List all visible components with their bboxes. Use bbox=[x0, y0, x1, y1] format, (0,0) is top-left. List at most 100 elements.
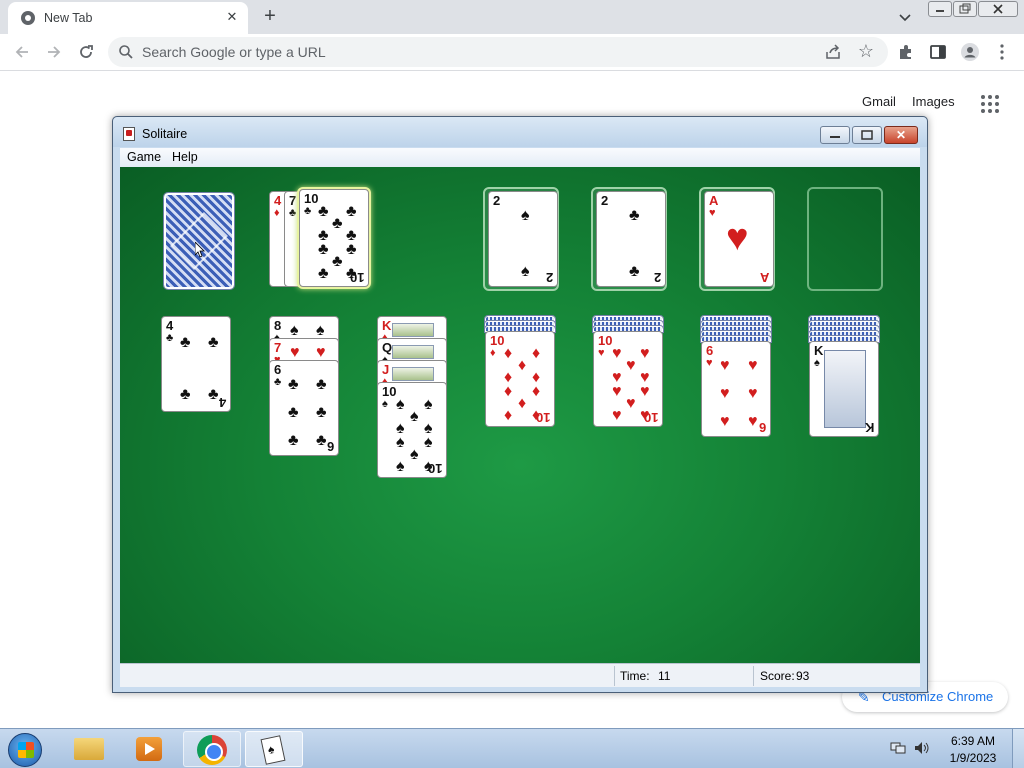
card-pip: ♥ bbox=[626, 357, 636, 374]
card-pip: ♦ bbox=[532, 345, 541, 362]
foundation-card[interactable]: A ♥ ♥ A bbox=[704, 191, 774, 287]
card-pip: ♣ bbox=[332, 253, 343, 270]
card-rank-bottom: 2 bbox=[545, 270, 553, 285]
card-pip: ♦ bbox=[504, 407, 513, 424]
card-suit: ♦ bbox=[490, 347, 496, 359]
solitaire-menubar: Game Help bbox=[120, 148, 920, 167]
window-restore-button[interactable] bbox=[953, 1, 977, 17]
menu-help[interactable]: Help bbox=[172, 150, 198, 164]
card-suit: ♣ bbox=[274, 376, 282, 388]
window-close-button[interactable] bbox=[978, 1, 1018, 17]
window-minimize-button[interactable] bbox=[928, 1, 952, 17]
share-icon[interactable] bbox=[824, 43, 842, 61]
card-rank: 10 bbox=[304, 191, 319, 206]
taskbar: 6:39 AM 1/9/2023 bbox=[0, 728, 1024, 768]
foundation-2[interactable]: 2 ♣ ♣ 2 bbox=[591, 187, 667, 291]
taskbar-explorer-button[interactable] bbox=[60, 731, 118, 767]
card-pip: ♦ bbox=[504, 345, 513, 362]
card-suit: ♣ bbox=[304, 205, 312, 217]
card-pip: ♣ bbox=[288, 404, 299, 421]
solitaire-titlebar[interactable]: Solitaire ✕ bbox=[113, 117, 927, 147]
minimize-icon bbox=[936, 10, 944, 12]
clock-date[interactable]: 1/9/2023 bbox=[946, 751, 1000, 765]
card-rank: 10 bbox=[490, 333, 505, 348]
card-rank: K bbox=[814, 343, 824, 358]
tab-new-tab[interactable]: New Tab ✕ bbox=[8, 2, 248, 34]
profile-avatar-icon[interactable] bbox=[960, 42, 980, 62]
tableau-top-card[interactable]: 10 ♦ ♦ ♦ ♦ ♦ ♦ ♦ ♦ ♦ ♦ ♦ 10 bbox=[485, 331, 555, 427]
tab-close-icon[interactable]: ✕ bbox=[224, 9, 240, 25]
taskbar-chrome-button[interactable] bbox=[183, 731, 241, 767]
card-rank: 2 bbox=[493, 193, 501, 208]
foundation-3[interactable]: A ♥ ♥ A bbox=[699, 187, 775, 291]
images-link[interactable]: Images bbox=[912, 94, 955, 109]
score-label: Score: bbox=[760, 669, 795, 683]
solitaire-close-button[interactable]: ✕ bbox=[884, 126, 918, 144]
waste-top-card[interactable]: 10 ♣ ♣ ♣ ♣ ♣ ♣ ♣ ♣ ♣ ♣ ♣ 10 bbox=[299, 189, 369, 287]
card-pip: ♣ bbox=[288, 432, 299, 449]
card-pip: ♣ bbox=[316, 432, 327, 449]
address-input[interactable] bbox=[142, 37, 782, 67]
foundation-4-empty[interactable] bbox=[807, 187, 883, 291]
foundation-card[interactable]: 2 ♠ ♠ 2 bbox=[488, 191, 558, 287]
card-pip: ♥ bbox=[316, 344, 326, 361]
card-pip: ♠ bbox=[410, 408, 419, 425]
card-pip: ♣ bbox=[629, 263, 640, 280]
card-pip: ♠ bbox=[396, 458, 405, 475]
card-pip: ♥ bbox=[640, 383, 650, 400]
card-rank-bottom: 6 bbox=[758, 420, 766, 435]
reload-icon[interactable] bbox=[76, 42, 96, 62]
card-rank-bottom: 10 bbox=[349, 270, 364, 285]
card-rank-bottom: K bbox=[864, 420, 874, 435]
card-pip: ♣ bbox=[180, 386, 191, 403]
tableau-top-card[interactable]: 4 ♣ ♣ ♣ ♣ ♣ 4 bbox=[161, 316, 231, 412]
tableau-top-card[interactable]: 6 ♣ ♣ ♣ ♣ ♣ ♣ ♣ 6 bbox=[269, 360, 339, 456]
card-suit: ♦ bbox=[274, 207, 280, 219]
taskbar-media-player-button[interactable] bbox=[120, 731, 178, 767]
volume-icon[interactable] bbox=[914, 741, 930, 755]
menu-game[interactable]: Game bbox=[127, 150, 161, 164]
folder-icon bbox=[74, 738, 104, 760]
tableau-top-card[interactable]: K ♠ K bbox=[809, 341, 879, 437]
card-pip: ♥ bbox=[290, 344, 300, 361]
card-rank-bottom: A bbox=[759, 270, 769, 285]
card-pip: ♠ bbox=[424, 434, 433, 451]
forward-arrow-icon[interactable] bbox=[44, 42, 64, 62]
stock-pile[interactable] bbox=[163, 192, 235, 290]
clock-time[interactable]: 6:39 AM bbox=[946, 734, 1000, 748]
foundation-card[interactable]: 2 ♣ ♣ 2 bbox=[596, 191, 666, 287]
foundation-1[interactable]: 2 ♠ ♠ 2 bbox=[483, 187, 559, 291]
mouse-cursor-icon bbox=[195, 242, 205, 258]
card-pip: ♦ bbox=[518, 395, 527, 412]
card-pip: ♣ bbox=[316, 376, 327, 393]
card-pip: ♠ bbox=[290, 322, 299, 339]
taskbar-solitaire-button[interactable] bbox=[245, 731, 303, 767]
tab-search-chevron-icon[interactable] bbox=[895, 7, 915, 27]
solitaire-minimize-button[interactable] bbox=[820, 126, 850, 144]
extensions-puzzle-icon[interactable] bbox=[896, 42, 916, 62]
network-icon[interactable] bbox=[890, 741, 906, 755]
gmail-link[interactable]: Gmail bbox=[862, 94, 896, 109]
card-pip: ♠ bbox=[521, 263, 530, 280]
media-player-icon bbox=[136, 737, 162, 761]
tableau-top-card[interactable]: 6 ♥ ♥ ♥ ♥ ♥ ♥ ♥ 6 bbox=[701, 341, 771, 437]
kebab-menu-icon[interactable] bbox=[992, 42, 1012, 62]
side-panel-icon[interactable] bbox=[928, 42, 948, 62]
omnibox[interactable]: ☆ bbox=[108, 37, 888, 67]
card-suit: ♠ bbox=[814, 357, 820, 369]
bookmark-star-icon[interactable]: ☆ bbox=[856, 41, 876, 61]
google-apps-grid-icon[interactable] bbox=[980, 94, 1000, 114]
show-desktop-button[interactable] bbox=[1012, 729, 1024, 768]
back-arrow-icon[interactable] bbox=[12, 42, 32, 62]
card-rank-bottom: 10 bbox=[427, 461, 442, 476]
start-button[interactable] bbox=[8, 733, 42, 767]
card-suit: ♥ bbox=[709, 207, 716, 219]
card-rank-bottom: 4 bbox=[218, 395, 226, 410]
tableau-top-card[interactable]: 10 ♥ ♥ ♥ ♥ ♥ ♥ ♥ ♥ ♥ ♥ ♥ 10 bbox=[593, 331, 663, 427]
tableau-top-card[interactable]: 10 ♠ ♠ ♠ ♠ ♠ ♠ ♠ ♠ ♠ ♠ ♠ 10 bbox=[377, 382, 447, 478]
card-suit: ♥ bbox=[706, 357, 713, 369]
card-pip: ♦ bbox=[532, 383, 541, 400]
card-rank: 6 bbox=[706, 343, 714, 358]
new-tab-button[interactable]: + bbox=[258, 5, 282, 29]
solitaire-maximize-button[interactable] bbox=[852, 126, 882, 144]
